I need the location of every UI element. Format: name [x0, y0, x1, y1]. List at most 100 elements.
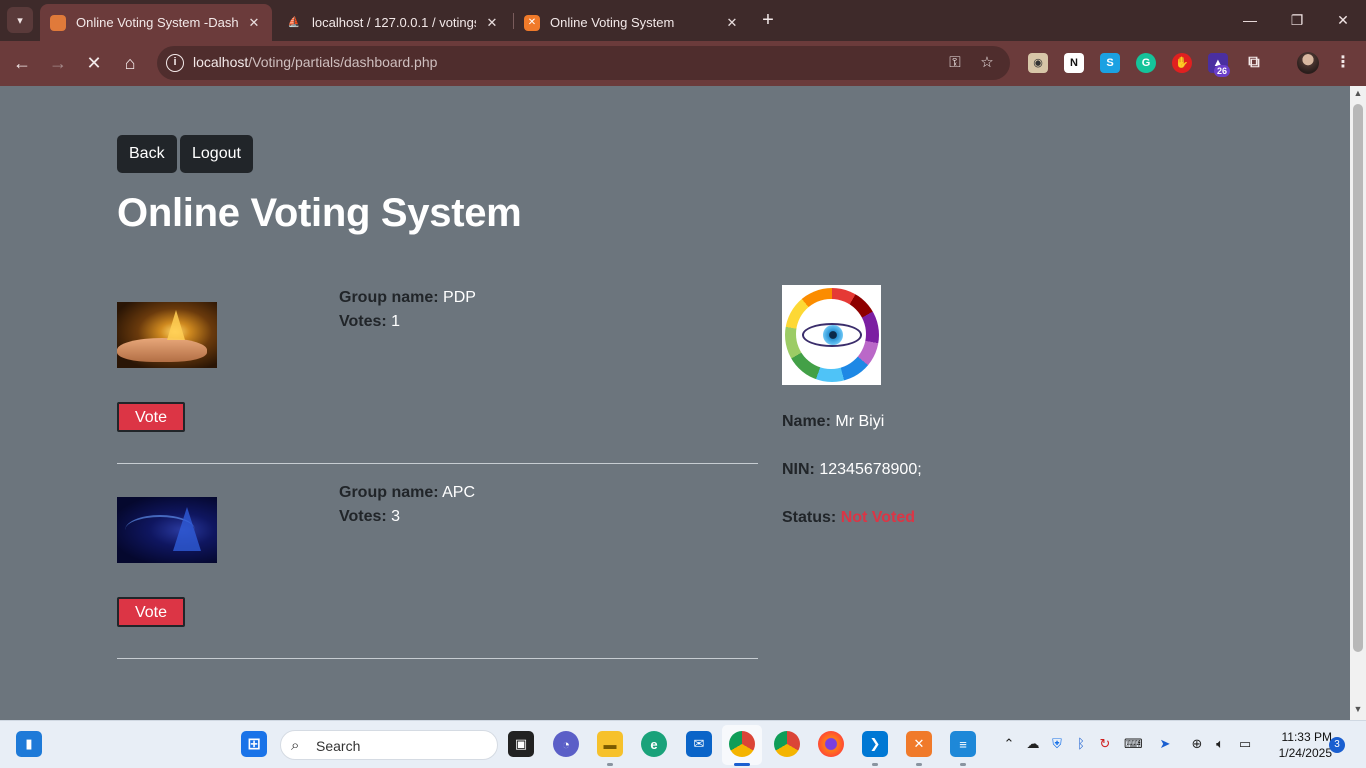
- password-key-icon[interactable]: ⚿: [945, 53, 965, 73]
- xampp-favicon-icon: [50, 14, 66, 31]
- taskbar-search[interactable]: ⌕ Search: [280, 730, 498, 760]
- home-icon[interactable]: ⌂: [118, 51, 142, 75]
- onedrive-cloud-icon[interactable]: ☁: [1024, 735, 1042, 753]
- user-name-value: Mr Biyi: [835, 413, 885, 430]
- extension-badge: 26: [1214, 65, 1231, 77]
- tab-close-icon[interactable]: ✕: [484, 15, 500, 31]
- task-view-icon[interactable]: ▣: [508, 731, 534, 757]
- edge-browser-icon[interactable]: e: [641, 731, 667, 757]
- tab-title: localhost / 127.0.0.1 / votingsys: [312, 15, 476, 30]
- tab-close-icon[interactable]: ✕: [246, 15, 262, 31]
- tree-shape: [167, 310, 185, 340]
- chrome-profile-icon[interactable]: [729, 731, 755, 757]
- file-explorer-icon[interactable]: ▬: [597, 731, 623, 757]
- bluetooth-icon[interactable]: ᛒ: [1072, 735, 1090, 753]
- dashboard-page: Back Logout Online Voting System Group n…: [0, 86, 1350, 720]
- group-name-line: Group name: PDP: [339, 289, 476, 307]
- clock-date: 1/24/2025: [1278, 746, 1332, 760]
- phpmyadmin-favicon-icon: ⛵: [287, 17, 301, 28]
- running-indicator: [960, 763, 966, 766]
- restore-icon[interactable]: ❐: [1286, 9, 1308, 31]
- security-shield-icon[interactable]: ⛨: [1048, 735, 1066, 753]
- network-globe-icon[interactable]: ⊕: [1188, 735, 1206, 753]
- tab-phpmyadmin[interactable]: ⛵ localhost / 127.0.0.1 / votingsys ✕: [276, 4, 510, 41]
- chrome-icon[interactable]: [774, 731, 800, 757]
- tab-search-chevron-icon[interactable]: ▾: [7, 7, 33, 33]
- user-status-value: Not Voted: [840, 509, 916, 526]
- show-hidden-icons-chevron-icon[interactable]: ⌃: [1000, 735, 1018, 753]
- keyboard-icon[interactable]: ⌨: [1124, 735, 1143, 753]
- group-votes-label: Votes:: [339, 313, 387, 330]
- group-votes-line: Votes: 1: [339, 313, 400, 331]
- site-info-icon[interactable]: i: [166, 54, 184, 72]
- running-indicator: [916, 763, 922, 766]
- address-bar[interactable]: i localhost/Voting/partials/dashboard.ph…: [157, 46, 1010, 80]
- clock-time: 11:33 PM: [1281, 730, 1332, 744]
- adblock-hand-icon[interactable]: ✋: [1172, 53, 1192, 73]
- close-window-icon[interactable]: ✕: [1332, 9, 1354, 31]
- minimize-icon[interactable]: —: [1239, 9, 1261, 31]
- tab-title: Online Voting System: [550, 15, 675, 30]
- s-extension-icon[interactable]: S: [1100, 53, 1120, 73]
- running-indicator: [872, 763, 878, 766]
- group-name-line: Group name: APC: [339, 484, 475, 502]
- running-indicator: [607, 763, 613, 766]
- extension-owl-icon[interactable]: ◉: [1028, 53, 1048, 73]
- tree-shape: [173, 507, 201, 551]
- logout-button[interactable]: Logout: [180, 135, 253, 173]
- scroll-thumb[interactable]: [1353, 104, 1363, 652]
- back-button[interactable]: Back: [117, 135, 177, 173]
- mail-icon[interactable]: ✉: [686, 731, 712, 757]
- user-status-label: Status:: [782, 509, 837, 526]
- battery-icon[interactable]: ▭: [1236, 735, 1254, 753]
- scroll-up-arrow-icon[interactable]: ▲: [1350, 88, 1366, 102]
- windows-taskbar: ▮ ⊞ ⌕ Search ▣ ◔ ▬ e ✉ ❯ ✕ ≡ ⌃ ☁ ⛨ ᛒ ↻ ⌨…: [0, 720, 1366, 768]
- forward-arrow-icon[interactable]: →: [46, 51, 70, 75]
- group-name-value: APC: [442, 484, 476, 501]
- hand-shape: [117, 338, 207, 362]
- notepad-icon[interactable]: ≡: [950, 731, 976, 757]
- browser-tab-bar: ▾ Online Voting System -Dashboard ✕ ⛵ lo…: [0, 0, 1366, 41]
- search-placeholder: Search: [316, 738, 361, 754]
- tab-dashboard[interactable]: Online Voting System -Dashboard ✕: [40, 4, 272, 41]
- vote-button-apc[interactable]: Vote: [117, 597, 185, 627]
- url-text[interactable]: localhost/Voting/partials/dashboard.php: [193, 54, 437, 70]
- vscode-icon[interactable]: ❯: [862, 731, 888, 757]
- user-status-line: Status: Not Voted: [782, 509, 915, 527]
- group-votes-value: 1: [391, 313, 401, 330]
- group-votes-label: Votes:: [339, 508, 387, 525]
- new-tab-plus-icon[interactable]: +: [757, 9, 779, 31]
- group-divider: [117, 658, 758, 659]
- notion-extension-icon[interactable]: N: [1064, 53, 1084, 73]
- notification-count-badge[interactable]: 3: [1329, 737, 1345, 753]
- teams-chat-icon[interactable]: ◔: [553, 731, 579, 757]
- tab-close-icon[interactable]: ✕: [724, 15, 740, 31]
- xampp-icon[interactable]: ✕: [906, 731, 932, 757]
- scroll-down-arrow-icon[interactable]: ▼: [1350, 704, 1366, 718]
- page-scrollbar[interactable]: ▲ ▼: [1350, 86, 1366, 720]
- tab-online-voting[interactable]: ✕ Online Voting System ✕: [514, 4, 750, 41]
- profile-avatar[interactable]: [1297, 52, 1319, 74]
- group-name-label: Group name:: [339, 484, 439, 501]
- location-arrow-icon[interactable]: ➤: [1156, 735, 1174, 753]
- bookmark-star-icon[interactable]: ☆: [977, 53, 997, 73]
- extensions-puzzle-icon[interactable]: ⧉: [1244, 53, 1264, 73]
- taskbar-clock[interactable]: 11:33 PM 1/24/2025: [1262, 729, 1332, 761]
- windows-start-icon[interactable]: ⊞: [241, 731, 267, 757]
- iris-shape: [823, 325, 843, 345]
- user-nin-value: 12345678900;: [819, 461, 922, 478]
- volume-icon[interactable]: 🔈︎: [1211, 735, 1229, 753]
- xampp-favicon-icon: ✕: [524, 14, 540, 31]
- sync-icon[interactable]: ↻: [1096, 735, 1114, 753]
- search-icon: ⌕: [291, 737, 300, 754]
- widgets-icon[interactable]: ▮: [16, 731, 42, 757]
- user-profile-image: [782, 285, 881, 385]
- menu-dots-icon[interactable]: ⋮: [1333, 53, 1353, 73]
- group-image-apc: [117, 497, 217, 563]
- stop-loading-icon[interactable]: ✕: [82, 51, 106, 75]
- vote-button-pdp[interactable]: Vote: [117, 402, 185, 432]
- back-arrow-icon[interactable]: ←: [10, 51, 34, 75]
- grammarly-extension-icon[interactable]: G: [1136, 53, 1156, 73]
- group-divider: [117, 463, 758, 464]
- firefox-icon[interactable]: [818, 731, 844, 757]
